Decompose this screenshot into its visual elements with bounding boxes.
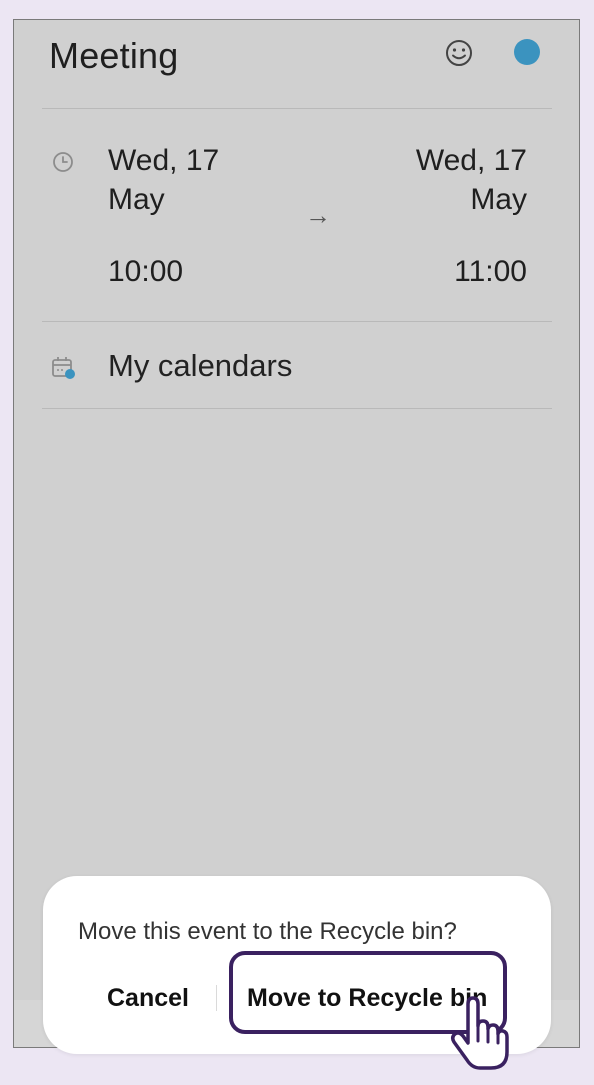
end-date-line2: May bbox=[470, 183, 527, 216]
start-time[interactable]: 10:00 bbox=[108, 255, 183, 289]
event-color-dot[interactable] bbox=[514, 39, 540, 65]
divider bbox=[42, 108, 552, 109]
start-date-line2: May bbox=[108, 183, 165, 216]
end-date[interactable]: Wed, 17 May bbox=[416, 141, 527, 219]
calendar-icon bbox=[52, 357, 75, 379]
divider bbox=[42, 321, 552, 322]
divider bbox=[42, 408, 552, 409]
cancel-button[interactable]: Cancel bbox=[107, 984, 189, 1013]
clock-icon bbox=[53, 152, 73, 172]
smiley-face-icon[interactable] bbox=[444, 38, 474, 68]
start-date-line1: Wed, 17 bbox=[108, 144, 220, 177]
end-date-line1: Wed, 17 bbox=[415, 144, 527, 177]
pointing-hand-cursor-icon bbox=[450, 996, 509, 1070]
end-time[interactable]: 11:00 bbox=[454, 255, 527, 289]
dialog-message: Move this event to the Recycle bin? bbox=[78, 918, 457, 945]
start-date[interactable]: Wed, 17 May bbox=[108, 141, 219, 219]
arrow-right-icon: → bbox=[305, 200, 331, 230]
calendar-label[interactable]: My calendars bbox=[108, 348, 292, 384]
event-title[interactable]: Meeting bbox=[49, 35, 178, 77]
button-separator bbox=[216, 985, 217, 1011]
